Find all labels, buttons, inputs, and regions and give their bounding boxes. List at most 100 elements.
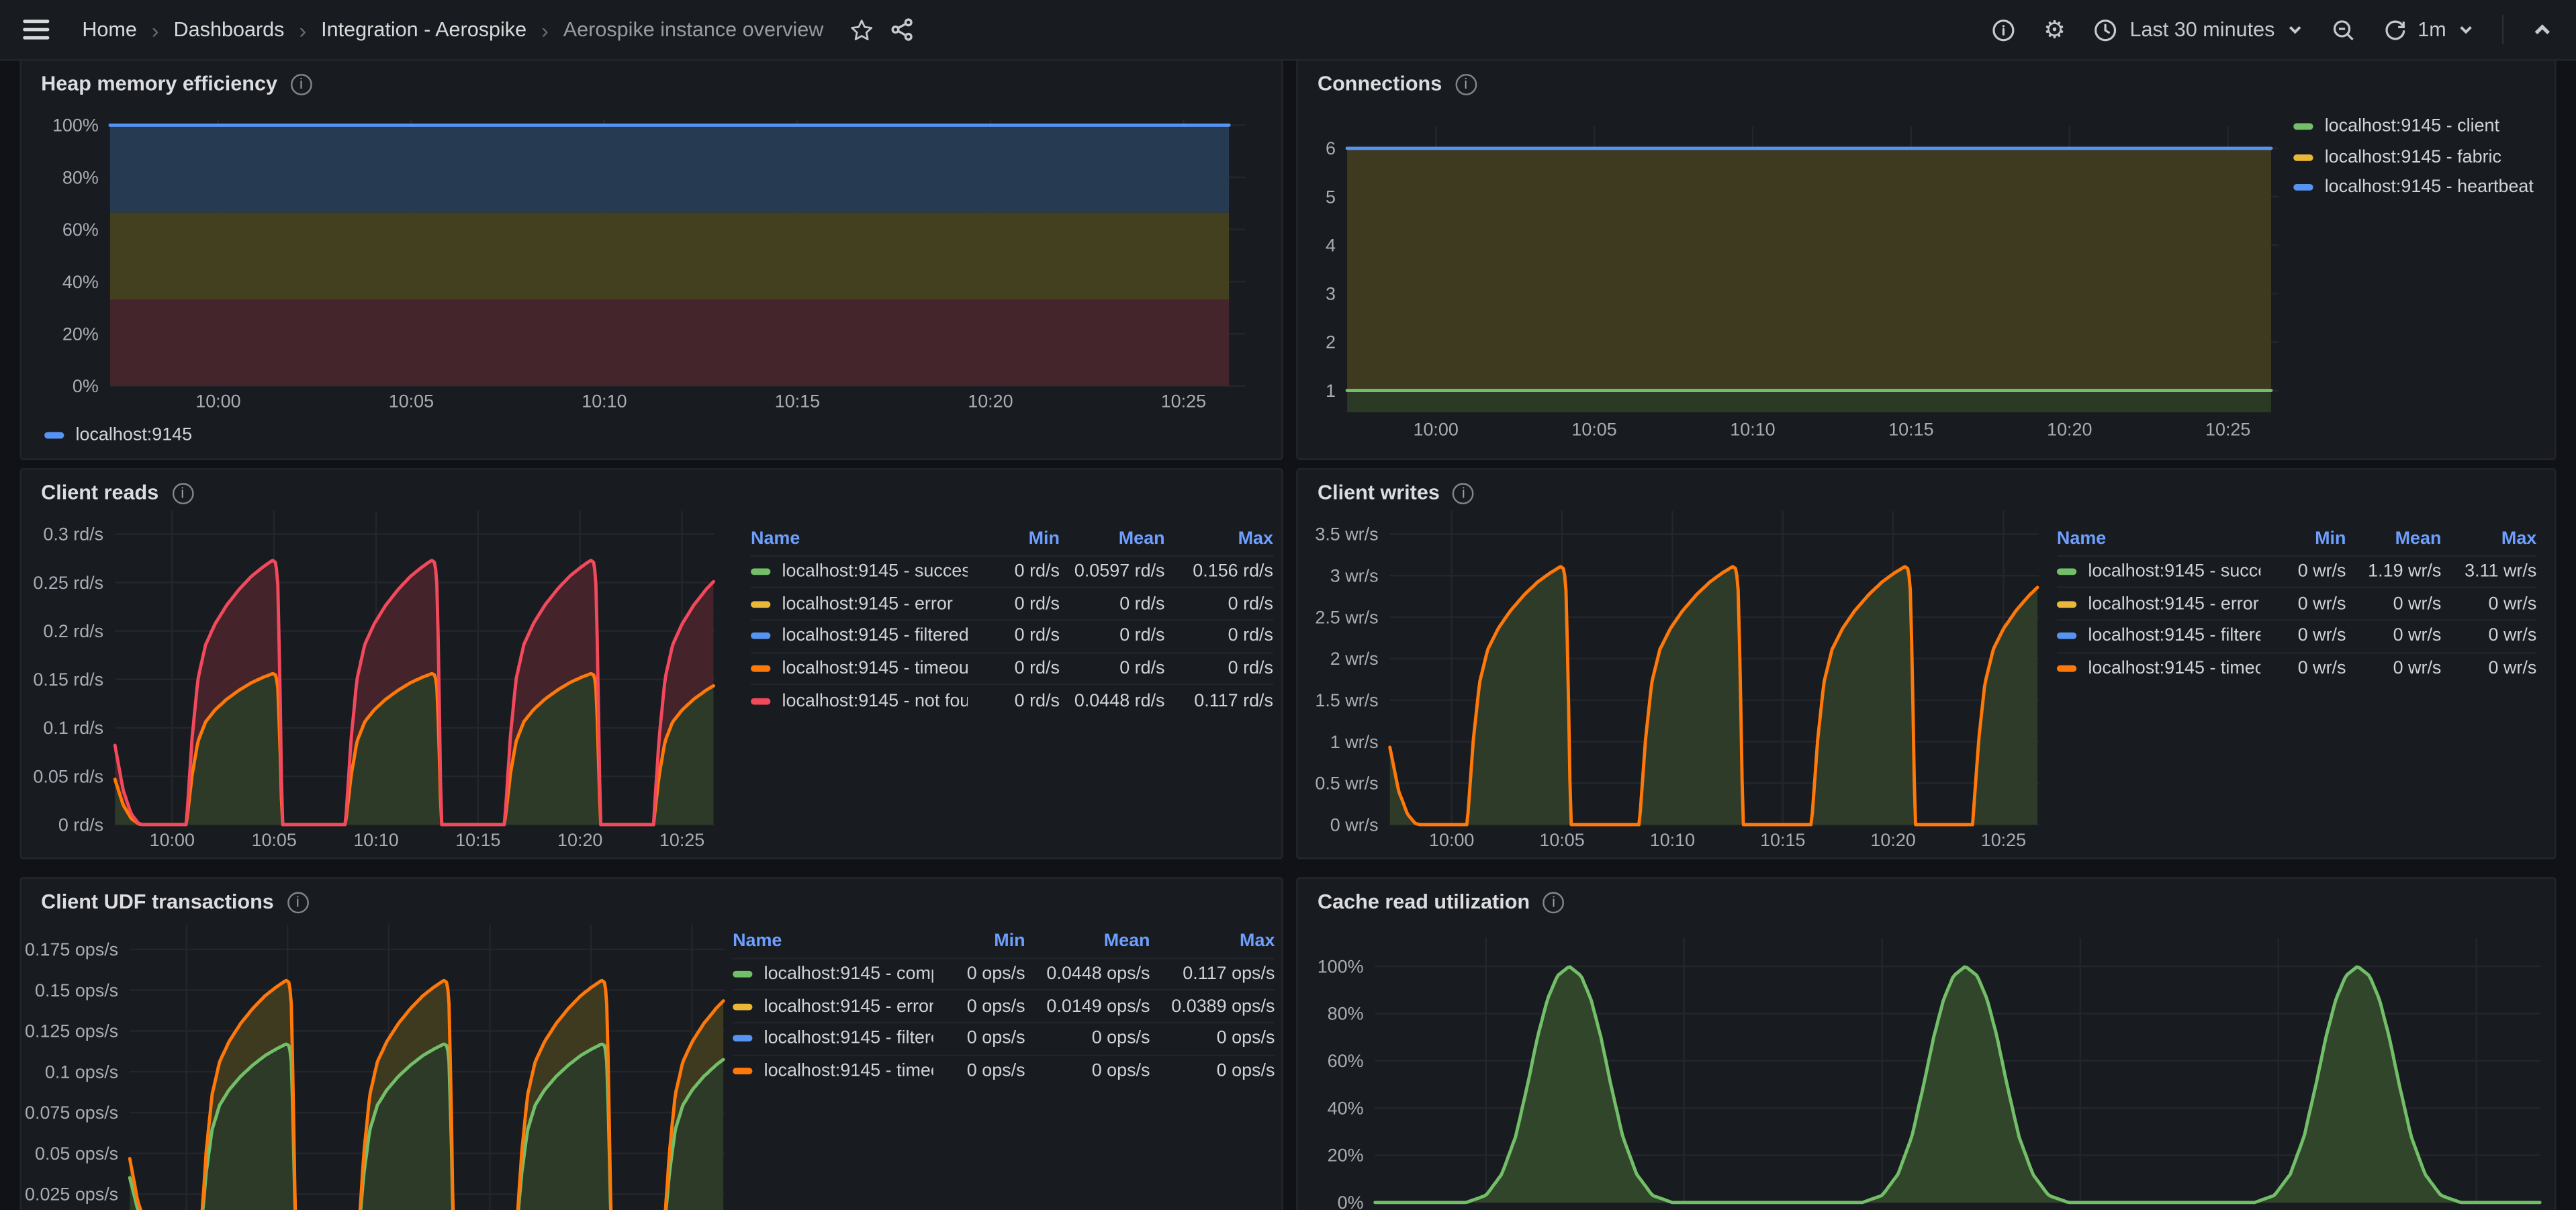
legend-table-header: NameMinMeanMax xyxy=(733,925,1275,957)
info-icon[interactable]: i xyxy=(291,73,312,95)
svg-text:10:20: 10:20 xyxy=(557,830,602,850)
legend-item[interactable]: localhost:9145 xyxy=(44,426,192,445)
svg-text:0.15 rd/s: 0.15 rd/s xyxy=(33,669,103,690)
legend-table-row[interactable]: localhost:9145 - success0 rd/s0.0597 rd/… xyxy=(751,555,1273,587)
series-name: localhost:9145 - complete xyxy=(764,964,933,984)
breadcrumb-dashboards[interactable]: Dashboards xyxy=(174,18,285,41)
info-icon[interactable]: i xyxy=(172,482,193,504)
legend-table-row[interactable]: localhost:9145 - timeout0 ops/s0 ops/s0 … xyxy=(733,1054,1275,1086)
panel-client-udf-transactions: Client UDF transactions i 0.175 ops/s0.1… xyxy=(19,877,1283,1210)
svg-text:6: 6 xyxy=(1326,138,1336,158)
series-swatch xyxy=(733,1068,752,1074)
info-icon[interactable]: i xyxy=(1543,891,1565,913)
menu-icon[interactable] xyxy=(23,19,49,39)
series-name: localhost:9145 - error xyxy=(2088,594,2258,614)
legend-item[interactable]: localhost:9145 - heartbeat xyxy=(2293,177,2534,197)
legend-table-row[interactable]: localhost:9145 - success0 wr/s1.19 wr/s3… xyxy=(2057,555,2536,587)
time-range-label: Last 30 minutes xyxy=(2129,18,2274,41)
svg-text:10:05: 10:05 xyxy=(1539,830,1584,850)
legend-swatch xyxy=(2293,123,2313,130)
svg-text:10:00: 10:00 xyxy=(1414,419,1459,439)
time-range-picker[interactable]: Last 30 minutes xyxy=(2094,17,2303,42)
series-stat: 0.0448 ops/s xyxy=(1025,964,1150,984)
panel-title: Connections xyxy=(1318,73,1442,95)
svg-text:100%: 100% xyxy=(52,115,99,136)
legend-table-row[interactable]: localhost:9145 - filtered0 wr/s0 wr/s0 w… xyxy=(2057,619,2536,651)
panel-connections: Connections i 65432110:0010:0510:1010:15… xyxy=(1296,59,2556,460)
series-swatch xyxy=(733,971,752,978)
panel-header[interactable]: Cache read utilization i xyxy=(1318,890,1564,913)
svg-text:10:05: 10:05 xyxy=(389,391,434,412)
info-icon[interactable]: i xyxy=(287,891,308,913)
svg-text:10:10: 10:10 xyxy=(582,391,627,412)
series-swatch xyxy=(2057,665,2076,672)
series-stat: 0.117 rd/s xyxy=(1165,691,1273,710)
column-header: Max xyxy=(2441,528,2536,548)
legend-table: NameMinMeanMaxlocalhost:9145 - complete0… xyxy=(733,925,1275,1086)
svg-text:40%: 40% xyxy=(1328,1098,1364,1118)
series-stat: 0 wr/s xyxy=(2441,626,2536,646)
svg-text:10:00: 10:00 xyxy=(1429,830,1474,850)
breadcrumb-home[interactable]: Home xyxy=(82,18,137,41)
svg-text:5: 5 xyxy=(1326,187,1336,207)
panel-header[interactable]: Heap memory efficiency i xyxy=(41,73,312,95)
series-stat: 0 rd/s xyxy=(1060,659,1165,678)
panel-cache-read-utilization: Cache read utilization i 100%80%60%40%20… xyxy=(1296,877,2556,1210)
series-stat: 0 rd/s xyxy=(1060,626,1165,646)
svg-text:10:25: 10:25 xyxy=(659,830,704,850)
legend-table-row[interactable]: localhost:9145 - error0 ops/s0.0149 ops/… xyxy=(733,990,1275,1022)
breadcrumb-folder[interactable]: Integration - Aerospike xyxy=(321,18,526,41)
svg-text:0.1 rd/s: 0.1 rd/s xyxy=(43,718,103,738)
series-swatch xyxy=(751,665,770,672)
breadcrumb: Home › Dashboards › Integration - Aerosp… xyxy=(82,17,823,42)
column-header: Name xyxy=(751,528,800,548)
svg-text:60%: 60% xyxy=(1328,1051,1364,1071)
cache-read-chart[interactable]: 100%80%60%40%20%0% xyxy=(1298,915,2555,1210)
legend-table-row[interactable]: localhost:9145 - error0 rd/s0 rd/s0 rd/s xyxy=(751,587,1273,619)
legend-table-row[interactable]: localhost:9145 - timeout0 rd/s0 rd/s0 rd… xyxy=(751,652,1273,684)
series-stat: 0 rd/s xyxy=(968,594,1060,614)
series-stat: 0 wr/s xyxy=(2346,659,2442,678)
column-header: Min xyxy=(2260,528,2346,548)
legend-table-row[interactable]: localhost:9145 - complete0 ops/s0.0448 o… xyxy=(733,958,1275,990)
legend-table-row[interactable]: localhost:9145 - filtered0 ops/s0 ops/s0… xyxy=(733,1022,1275,1054)
panel-client-writes: Client writes i 3.5 wr/s3 wr/s2.5 wr/s2 … xyxy=(1296,468,2556,859)
series-name: localhost:9145 - success xyxy=(782,562,968,581)
series-stat: 1.19 wr/s xyxy=(2346,562,2442,581)
panel-title: Client UDF transactions xyxy=(41,890,274,913)
zoom-out-icon[interactable] xyxy=(2331,17,2356,42)
series-swatch xyxy=(733,1035,752,1042)
refresh-icon xyxy=(2383,18,2406,41)
settings-gear-icon[interactable]: ⚙ xyxy=(2043,17,2066,42)
heap-memory-chart[interactable]: 100%80%60%40%20%0%10:0010:0510:1010:1510… xyxy=(21,110,1281,460)
svg-text:4: 4 xyxy=(1326,235,1336,255)
series-swatch xyxy=(2057,569,2076,575)
star-icon[interactable] xyxy=(849,17,874,42)
column-header: Name xyxy=(2057,528,2106,548)
legend-table-row[interactable]: localhost:9145 - timeout0 wr/s0 wr/s0 wr… xyxy=(2057,652,2536,684)
info-icon[interactable]: i xyxy=(1453,482,1474,504)
series-name: localhost:9145 - timeout xyxy=(782,659,968,678)
column-header: Min xyxy=(933,931,1025,951)
legend-item[interactable]: localhost:9145 - client xyxy=(2293,117,2534,136)
share-icon[interactable] xyxy=(891,18,914,41)
panel-header[interactable]: Client writes i xyxy=(1318,481,1474,504)
dashboard-insights-icon[interactable] xyxy=(1991,17,2016,42)
series-swatch xyxy=(751,601,770,608)
series-stat: 0 rd/s xyxy=(1165,659,1273,678)
collapse-nav-chevron-up-icon[interactable] xyxy=(2532,19,2553,40)
info-icon[interactable]: i xyxy=(1455,73,1477,95)
svg-text:2 wr/s: 2 wr/s xyxy=(1330,649,1379,669)
series-swatch xyxy=(2057,633,2076,640)
legend-table-row[interactable]: localhost:9145 - not found0 rd/s0.0448 r… xyxy=(751,684,1273,716)
legend-table-row[interactable]: localhost:9145 - error0 wr/s0 wr/s0 wr/s xyxy=(2057,587,2536,619)
legend-table-row[interactable]: localhost:9145 - filtered0 rd/s0 rd/s0 r… xyxy=(751,619,1273,651)
refresh-picker[interactable]: 1m xyxy=(2383,18,2474,41)
svg-text:10:10: 10:10 xyxy=(1650,830,1695,850)
panel-header[interactable]: Client reads i xyxy=(41,481,193,504)
panel-header[interactable]: Connections i xyxy=(1318,73,1477,95)
panel-header[interactable]: Client UDF transactions i xyxy=(41,890,308,913)
series-stat: 0.0389 ops/s xyxy=(1150,996,1275,1016)
legend-label: localhost:9145 - fabric xyxy=(2325,147,2501,167)
legend-item[interactable]: localhost:9145 - fabric xyxy=(2293,147,2534,167)
